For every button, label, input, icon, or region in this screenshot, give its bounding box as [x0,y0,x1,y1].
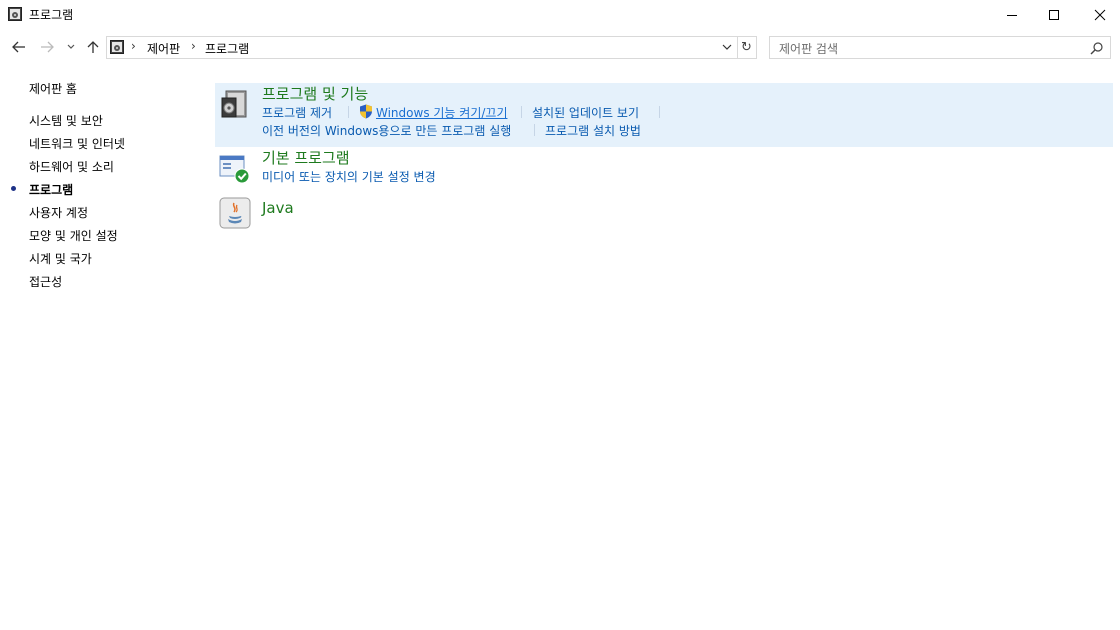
address-dropdown-button[interactable] [719,39,735,55]
link-separator [534,124,535,136]
title-bar: 프로그램 [0,0,1120,30]
minimize-icon [1007,15,1017,16]
shield-icon [360,104,372,119]
forward-button[interactable] [36,36,58,58]
link-separator [659,106,660,118]
link-separator [348,106,349,118]
breadcrumb-separator-icon[interactable]: › [191,39,196,53]
close-icon [1094,9,1106,21]
chevron-down-icon [722,44,732,50]
sidebar-item-programs[interactable]: 프로그램 [29,181,73,198]
recent-locations-button[interactable] [64,36,78,58]
arrow-right-icon [41,41,54,53]
navigation-bar: › 제어판 › 프로그램 ↻ 제어판 검색 [0,34,1120,60]
search-icon[interactable] [1090,41,1104,55]
search-input[interactable]: 제어판 검색 [769,36,1111,59]
sidebar-item-hardware-sound[interactable]: 하드웨어 및 소리 [29,158,114,175]
uninstall-program-link[interactable]: 프로그램 제거 [262,104,332,121]
install-program-help-link[interactable]: 프로그램 설치 방법 [545,122,641,139]
window-title: 프로그램 [29,8,74,22]
windows-features-link[interactable]: Windows 기능 켜기/끄기 [376,104,507,121]
sidebar-item-user-accounts[interactable]: 사용자 계정 [29,204,88,221]
minimize-button[interactable] [989,0,1035,30]
back-button[interactable] [8,36,30,58]
programs-and-features-section: 프로그램 및 기능 프로그램 제거 Windows 기능 켜기/끄기 설치된 업… [215,83,1113,147]
installed-updates-link[interactable]: 설치된 업데이트 보기 [532,104,639,121]
maximize-icon [1049,10,1059,20]
arrow-left-icon [12,41,25,53]
link-separator [521,106,522,118]
address-bar[interactable]: › 제어판 › 프로그램 [106,36,738,59]
sidebar-item-control-panel-home[interactable]: 제어판 홈 [29,80,77,97]
active-bullet-icon [11,186,16,191]
default-media-settings-link[interactable]: 미디어 또는 장치의 기본 설정 변경 [262,168,436,185]
default-programs-icon[interactable] [219,152,251,184]
sidebar-item-system-security[interactable]: 시스템 및 보안 [29,112,103,129]
refresh-button[interactable]: ↻ [737,36,757,59]
refresh-icon: ↻ [741,40,752,55]
programs-features-icon[interactable] [219,88,251,120]
search-placeholder: 제어판 검색 [779,42,839,56]
programs-location-icon [110,40,124,54]
compatibility-program-link[interactable]: 이전 버전의 Windows용으로 만든 프로그램 실행 [262,122,511,139]
sidebar-item-network-internet[interactable]: 네트워크 및 인터넷 [29,135,125,152]
sidebar-item-clock-region[interactable]: 시계 및 국가 [29,250,92,267]
up-button[interactable] [83,36,103,58]
maximize-button[interactable] [1031,0,1077,30]
chevron-down-icon [67,44,75,49]
default-programs-title[interactable]: 기본 프로그램 [262,147,350,168]
programs-features-title[interactable]: 프로그램 및 기능 [262,83,368,104]
java-icon[interactable] [219,197,251,229]
sidebar-item-appearance[interactable]: 모양 및 개인 설정 [29,227,118,244]
java-section: Java [215,195,1113,235]
programs-app-icon [8,7,22,21]
breadcrumb-separator-icon[interactable]: › [131,39,136,53]
breadcrumb-control-panel[interactable]: 제어판 [147,40,180,57]
close-button[interactable] [1077,0,1120,30]
breadcrumb-programs[interactable]: 프로그램 [205,40,249,57]
default-programs-section: 기본 프로그램 미디어 또는 장치의 기본 설정 변경 [215,147,1113,195]
java-title[interactable]: Java [262,199,294,217]
arrow-up-icon [87,41,99,53]
sidebar-item-accessibility[interactable]: 접근성 [29,273,62,290]
